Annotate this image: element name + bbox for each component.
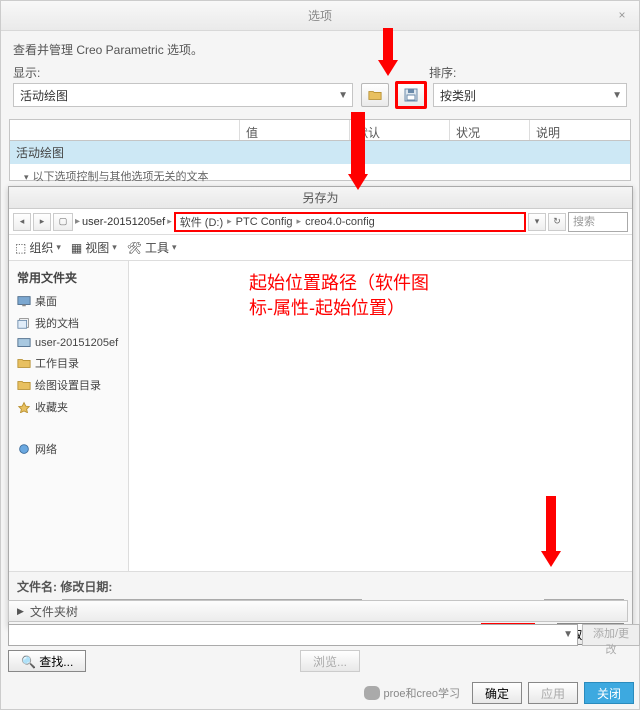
refresh-icon[interactable]: ↻ bbox=[548, 213, 566, 231]
titlebar: 选项 × bbox=[1, 1, 639, 31]
filename-header: 文件名: 修改日期: bbox=[17, 578, 624, 595]
find-button[interactable]: 🔍 查找... bbox=[8, 650, 86, 672]
bc-sep: ▸ bbox=[167, 216, 172, 227]
sidebar-user[interactable]: user-20151205ef bbox=[9, 334, 128, 352]
nav-fwd-button[interactable]: ▸ bbox=[33, 213, 51, 231]
display-select[interactable]: 活动绘图 ▼ bbox=[13, 83, 353, 107]
option-input[interactable]: ▼ bbox=[8, 624, 578, 646]
network-icon bbox=[17, 443, 31, 455]
sidebar-mydocs[interactable]: 我的文档 bbox=[9, 312, 128, 334]
bc-folder: PTC Config bbox=[236, 216, 293, 228]
saveas-body: 常用文件夹 桌面 我的文档 user-20151205ef 工作目录 绘图设置目… bbox=[9, 261, 632, 571]
folder-icon bbox=[17, 379, 31, 391]
bc-folder: creo4.0-config bbox=[305, 216, 375, 228]
display-label: 显示: bbox=[13, 64, 353, 81]
display-value: 活动绘图 bbox=[20, 87, 68, 104]
path-bar: ◂ ▸ ▢ ▸ user-20151205ef ▸ 软件 (D:)▸ PTC C… bbox=[9, 209, 632, 235]
wechat-icon bbox=[364, 686, 380, 700]
bc-drive: 软件 (D:) bbox=[180, 214, 223, 230]
desktop-icon bbox=[17, 295, 31, 307]
grid-header: 值 默认 状况 说明 bbox=[9, 119, 631, 141]
wechat-watermark: proe和creo学习 bbox=[364, 685, 460, 701]
sidebar-header: 常用文件夹 bbox=[9, 265, 128, 290]
save-disk-icon bbox=[403, 87, 419, 103]
sidebar-workdir[interactable]: 工作目录 bbox=[9, 352, 128, 374]
description: 查看并管理 Creo Parametric 选项。 bbox=[1, 31, 639, 64]
sort-select[interactable]: 按类别 ▼ bbox=[433, 83, 627, 107]
close-icon[interactable]: × bbox=[613, 7, 631, 25]
red-arrow-3 bbox=[541, 496, 561, 567]
saveas-title: 另存为 bbox=[9, 187, 632, 209]
dropdown-icon[interactable]: ▾ bbox=[528, 213, 546, 231]
view-menu[interactable]: ▦ 视图 ▾ bbox=[71, 239, 117, 256]
computer-icon bbox=[17, 337, 31, 349]
search-input[interactable]: 搜索 bbox=[568, 212, 628, 232]
red-arrow-2 bbox=[348, 112, 368, 190]
folder-icon bbox=[17, 357, 31, 369]
breadcrumb-path[interactable]: 软件 (D:)▸ PTC Config▸ creo4.0-config bbox=[174, 212, 526, 232]
chevron-down-icon: ▼ bbox=[612, 90, 622, 101]
bc-user[interactable]: user-20151205ef bbox=[82, 216, 165, 228]
sidebar: 常用文件夹 桌面 我的文档 user-20151205ef 工作目录 绘图设置目… bbox=[9, 261, 129, 571]
add-change-button[interactable]: 添加/更改 bbox=[582, 624, 640, 646]
grid-selected-row[interactable]: 活动绘图 bbox=[10, 141, 630, 164]
organize-menu[interactable]: ⬚ 组织 ▾ bbox=[15, 239, 61, 256]
bottom-buttons: proe和creo学习 确定 应用 关闭 bbox=[364, 682, 634, 704]
save-button[interactable] bbox=[395, 81, 427, 109]
tools-menu[interactable]: 🛠 工具 ▾ bbox=[127, 239, 177, 256]
expand-icon[interactable]: ▶ bbox=[17, 606, 24, 617]
col-status[interactable]: 状况 bbox=[450, 120, 530, 140]
nav-back-button[interactable]: ◂ bbox=[13, 213, 31, 231]
sort-value: 按类别 bbox=[440, 87, 476, 104]
saveas-dialog: 另存为 ◂ ▸ ▢ ▸ user-20151205ef ▸ 软件 (D:)▸ P… bbox=[8, 186, 633, 626]
sort-label: 排序: bbox=[429, 64, 627, 81]
browse-button[interactable]: 浏览... bbox=[300, 650, 360, 672]
window-title: 选项 bbox=[308, 7, 332, 24]
sidebar-fav[interactable]: 收藏夹 bbox=[9, 396, 128, 418]
sidebar-drawcfg[interactable]: 绘图设置目录 bbox=[9, 374, 128, 396]
open-folder-button[interactable] bbox=[361, 83, 389, 107]
chevron-down-icon[interactable]: ▼ bbox=[563, 629, 573, 640]
collapse-icon[interactable]: ▾ bbox=[24, 172, 29, 182]
sidebar-network[interactable]: 网络 bbox=[9, 438, 128, 460]
filter-row: 活动绘图 ▼ 按类别 ▼ bbox=[1, 83, 639, 115]
folder-icon bbox=[368, 89, 382, 101]
red-arrow-1 bbox=[378, 28, 398, 76]
col-desc[interactable]: 说明 bbox=[530, 120, 630, 140]
grid-body: 活动绘图 ▾以下选项控制与其他选项无关的文本 bbox=[9, 141, 631, 181]
saveas-toolbar: ⬚ 组织 ▾ ▦ 视图 ▾ 🛠 工具 ▾ bbox=[9, 235, 632, 261]
close-button[interactable]: 关闭 bbox=[584, 682, 634, 704]
col-value[interactable]: 值 bbox=[240, 120, 350, 140]
grid-note: ▾以下选项控制与其他选项无关的文本 bbox=[10, 164, 630, 188]
bc-sep: ▸ bbox=[75, 216, 80, 227]
annotation-text: 起始位置路径（软件图 标-属性-起始位置） bbox=[249, 271, 429, 321]
folder-tree-label: 文件夹树 bbox=[30, 603, 78, 620]
folder-tree-header[interactable]: ▶ 文件夹树 bbox=[8, 600, 628, 622]
confirm-button[interactable]: 确定 bbox=[472, 682, 522, 704]
nav-folder-icon[interactable]: ▢ bbox=[53, 213, 73, 231]
docs-icon bbox=[17, 317, 31, 329]
chevron-down-icon: ▼ bbox=[338, 90, 348, 101]
col-name[interactable] bbox=[10, 120, 240, 140]
star-icon bbox=[17, 401, 31, 413]
apply-button[interactable]: 应用 bbox=[528, 682, 578, 704]
sidebar-desktop[interactable]: 桌面 bbox=[9, 290, 128, 312]
